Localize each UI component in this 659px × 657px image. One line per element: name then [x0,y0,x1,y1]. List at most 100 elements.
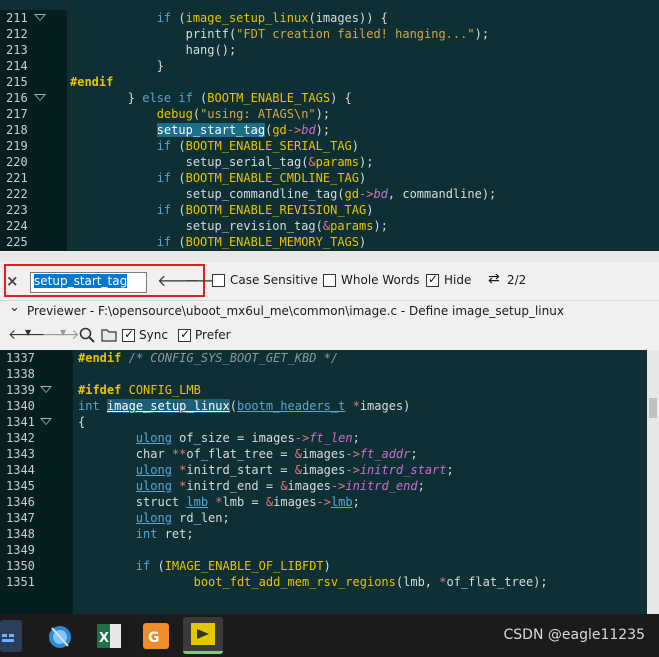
chevron-down-icon[interactable]: ⌄ [9,298,20,318]
fold-toggle-icon[interactable] [34,94,46,101]
line-number: 1341 [6,415,35,429]
code-line[interactable]: 217 debug("using: ATAGS\n"); [0,106,659,122]
code-text: debug("using: ATAGS\n"); [156,107,331,121]
code-line[interactable]: 1337 #endif /* CONFIG_SYS_BOOT_GET_KBD */ [0,350,659,366]
code-text: int ret; [135,527,194,541]
code-line[interactable]: 220 setup_serial_tag(&params); [0,154,659,170]
code-line[interactable]: 225 if (BOOTM_ENABLE_MEMORY_TAGS) [0,234,659,250]
code-line[interactable]: 214 } [0,58,659,74]
line-number: 1351 [6,575,35,589]
code-text: hang(); [70,43,237,57]
line-number: 1342 [6,431,35,445]
code-line[interactable]: 1348 int ret; [0,526,659,542]
svg-text:X: X [99,631,109,646]
code-line[interactable]: 1350 if (IMAGE_ENABLE_OF_LIBFDT) [0,558,659,574]
code-line[interactable]: 1344 ulong *initrd_start = &images->init… [0,462,659,478]
top-code-lines: 211 if (image_setup_linux(images)) {212 … [0,10,659,250]
code-line[interactable]: 215 #endif [0,74,659,90]
code-text: int image_setup_linux(bootm_headers_t *i… [78,399,411,413]
code-text: { [78,415,86,429]
code-line[interactable]: 223 if (BOOTM_ENABLE_REVISION_TAG) [0,202,659,218]
code-text: ulong of_size = images->ft_len; [135,431,360,445]
code-line[interactable]: 219 if (BOOTM_ENABLE_SERIAL_TAG) [0,138,659,154]
line-number: 224 [6,219,28,233]
code-line[interactable]: 1341 { [0,414,659,430]
source-insight-icon[interactable] [183,617,223,654]
prefer-label: Prefer [195,328,231,342]
back-dropdown-icon[interactable]: ▼ [25,328,31,337]
code-text: } [70,59,164,73]
line-number: 1337 [6,351,35,365]
code-text: } else if (BOOTM_ENABLE_TAGS) { [70,91,352,105]
top-code-pane[interactable]: 211 if (image_setup_linux(images)) {212 … [0,10,659,251]
code-line[interactable]: 221 if (BOOTM_ENABLE_CMDLINE_TAG) [0,170,659,186]
code-text: #ifdef CONFIG_LMB [78,383,201,397]
code-line[interactable]: 213 hang(); [0,42,659,58]
folder-icon[interactable] [101,328,117,342]
code-text: setup_revision_tag(&params); [70,219,388,233]
line-number: 211 [6,11,28,25]
code-text: ulong *initrd_start = &images->initrd_st… [135,463,454,477]
fold-toggle-icon[interactable] [34,14,46,21]
prefer-checkbox[interactable] [178,327,191,342]
line-number: 1347 [6,511,35,525]
line-number: 217 [6,107,28,121]
line-number: 215 [6,75,28,89]
code-line[interactable]: 1343 char **of_flat_tree = &images->ft_a… [0,446,659,462]
code-line[interactable]: 211 if (image_setup_linux(images)) { [0,10,659,26]
code-line[interactable]: 1345 ulong *initrd_end = &images->initrd… [0,478,659,494]
code-line[interactable]: 1346 struct lmb *lmb = &images->lmb; [0,494,659,510]
code-line[interactable]: 1347 ulong rd_len; [0,510,659,526]
find-input[interactable]: setup_start_tag [30,272,147,293]
code-text: #endif [70,75,114,89]
code-line[interactable]: 1339 #ifdef CONFIG_LMB [0,382,659,398]
case-sensitive-checkbox[interactable] [212,274,225,287]
whole-words-checkbox[interactable] [323,274,336,287]
previewer-toolbar: 🡐 ▼ 🡒 ▼ Sync Prefer [0,320,659,350]
code-line[interactable]: 212 printf("FDT creation failed! hanging… [0,26,659,42]
whole-words-label: Whole Words [341,273,420,287]
code-line[interactable]: 1338 [0,366,659,382]
horizontal-scrollbar[interactable] [0,251,659,262]
line-number: 1350 [6,559,35,573]
pdf-icon[interactable]: G [140,620,172,652]
code-text: ulong rd_len; [135,511,230,525]
code-line[interactable]: 222 setup_commandline_tag(gd->bd, comman… [0,186,659,202]
line-number: 220 [6,155,28,169]
code-text: if (BOOTM_ENABLE_MEMORY_TAGS) [156,235,367,249]
browser-icon[interactable] [44,620,76,652]
hide-label: Hide [444,273,472,287]
vertical-scrollbar[interactable] [647,350,659,614]
hide-checkbox[interactable] [426,272,439,287]
code-line[interactable]: 224 setup_revision_tag(&params); [0,218,659,234]
excel-icon[interactable]: X [93,620,125,652]
line-number: 1344 [6,463,35,477]
line-number: 213 [6,43,28,57]
code-line[interactable]: 216 } else if (BOOTM_ENABLE_TAGS) { [0,90,659,106]
code-text: boot_fdt_add_mem_rsv_regions(lmb, *of_fl… [193,575,548,589]
previewer-title: Previewer - F:\opensource\uboot_mx6ul_me… [27,304,564,318]
search-icon[interactable] [79,327,95,343]
code-line[interactable]: 1342 ulong of_size = images->ft_len; [0,430,659,446]
line-number: 1339 [6,383,35,397]
code-text: ulong *initrd_end = &images->initrd_end; [135,479,425,493]
code-line[interactable]: 1349 [0,542,659,558]
code-line[interactable]: 218 setup_start_tag(gd->bd); [0,122,659,138]
sync-checkbox[interactable] [122,327,135,342]
sync-label: Sync [139,328,168,342]
find-query-text: setup_start_tag [34,274,128,288]
line-number: 218 [6,123,28,137]
code-line[interactable]: 1351 boot_fdt_add_mem_rsv_regions(lmb, *… [0,574,659,590]
code-line[interactable]: 1340 int image_setup_linux(bootm_headers_… [0,398,659,414]
previewer-code-pane[interactable]: 1337 #endif /* CONFIG_SYS_BOOT_GET_KBD */… [0,350,659,593]
line-number: 212 [6,27,28,41]
close-icon[interactable]: × [6,273,19,289]
fold-toggle-icon[interactable] [40,386,52,393]
fold-toggle-icon[interactable] [40,418,52,425]
forward-dropdown-icon[interactable]: ▼ [60,328,66,337]
find-bar: × setup_start_tag 🡐 🡒 Case Sensitive Who… [0,262,659,300]
line-number: 1340 [6,399,35,413]
code-text: printf("FDT creation failed! hanging..."… [70,27,490,41]
preview-pane-bottom [0,593,659,614]
start-icon[interactable] [0,620,22,652]
